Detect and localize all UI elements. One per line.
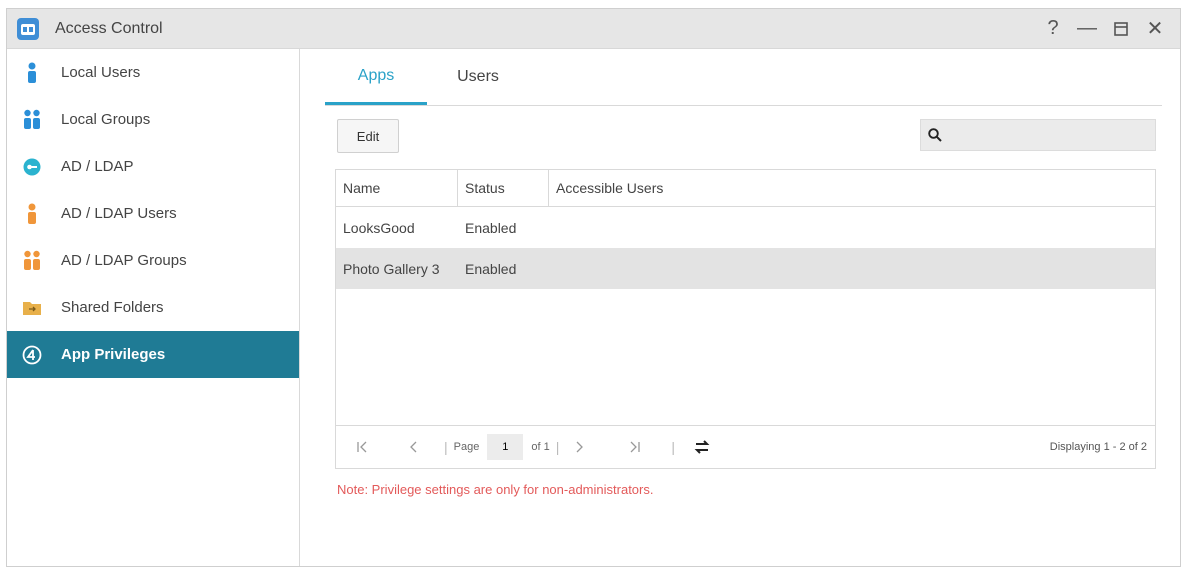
- sidebar-item-ad-ldap[interactable]: AD / LDAP: [7, 143, 299, 190]
- folder-icon: [21, 297, 43, 319]
- column-header-accessible-users[interactable]: Accessible Users: [549, 170, 1155, 206]
- sidebar-item-label: App Privileges: [61, 346, 166, 363]
- sidebar-item-app-privileges[interactable]: App Privileges: [7, 331, 299, 378]
- search-input[interactable]: [949, 119, 1155, 151]
- minimize-button[interactable]: —: [1070, 14, 1104, 44]
- displaying-count: Displaying 1 - 2 of 2: [1049, 441, 1147, 453]
- next-page-icon[interactable]: [575, 440, 585, 454]
- title-bar: Access Control ? — ✕: [7, 9, 1180, 49]
- cell-accessible-users: [549, 207, 1155, 248]
- cell-status: Enabled: [465, 219, 517, 236]
- refresh-icon[interactable]: [693, 439, 711, 455]
- last-page-icon[interactable]: [629, 440, 641, 454]
- sidebar-item-label: AD / LDAP Users: [61, 205, 177, 222]
- cell-status: Enabled: [465, 260, 517, 277]
- page-number-input[interactable]: [487, 434, 524, 460]
- pager-divider: |: [444, 439, 448, 455]
- privilege-note: Note: Privilege settings are only for no…: [337, 482, 654, 497]
- search-icon: [921, 128, 949, 142]
- window-title: Access Control: [55, 19, 163, 37]
- table-row[interactable]: LooksGood Enabled: [336, 207, 1155, 248]
- user-icon: [21, 62, 43, 84]
- maximize-icon: [1114, 21, 1128, 36]
- sidebar-item-local-groups[interactable]: Local Groups: [7, 96, 299, 143]
- pagination-bar: | Page of 1 | | Displaying 1 - 2 of 2: [336, 425, 1155, 468]
- previous-page-icon[interactable]: [408, 440, 418, 454]
- first-page-icon[interactable]: [356, 440, 368, 454]
- table-header: Name Status Accessible Users: [336, 170, 1155, 207]
- ad-user-icon: [21, 203, 43, 225]
- main-panel: Apps Users Edit Name Status Accessible U…: [325, 49, 1162, 566]
- sidebar-item-local-users[interactable]: Local Users: [7, 49, 299, 96]
- tab-bar: Apps Users: [325, 49, 1162, 106]
- pager-divider: |: [671, 439, 675, 455]
- window-controls: ? — ✕: [1036, 14, 1172, 44]
- cell-accessible-users: [549, 248, 1155, 289]
- close-button[interactable]: ✕: [1138, 14, 1172, 44]
- toolbar: Edit: [325, 106, 1162, 162]
- column-header-name[interactable]: Name: [336, 170, 458, 206]
- key-icon: [21, 156, 43, 178]
- sidebar: Local Users Local Groups AD / LDAP AD / …: [7, 49, 300, 566]
- sidebar-item-label: AD / LDAP: [61, 158, 134, 175]
- sidebar-item-label: Local Groups: [61, 111, 151, 128]
- sidebar-item-label: AD / LDAP Groups: [61, 252, 187, 269]
- cell-name: LooksGood: [343, 219, 415, 236]
- column-header-status[interactable]: Status: [458, 170, 549, 206]
- ad-group-icon: [21, 250, 43, 272]
- cell-name: Photo Gallery 3: [343, 260, 440, 277]
- sidebar-item-label: Local Users: [61, 64, 141, 81]
- help-button[interactable]: ?: [1036, 14, 1070, 44]
- group-icon: [21, 109, 43, 131]
- maximize-button[interactable]: [1104, 14, 1138, 44]
- page-label: Page: [453, 441, 480, 453]
- access-control-app-icon: [17, 17, 39, 40]
- sidebar-item-ad-ldap-users[interactable]: AD / LDAP Users: [7, 190, 299, 237]
- sidebar-item-shared-folders[interactable]: Shared Folders: [7, 284, 299, 331]
- sidebar-item-label: Shared Folders: [61, 299, 164, 316]
- search-box: [920, 119, 1156, 151]
- tab-users[interactable]: Users: [427, 49, 529, 105]
- access-control-window: Access Control ? — ✕ Local Users Local G…: [6, 8, 1181, 567]
- table-row[interactable]: Photo Gallery 3 Enabled: [336, 248, 1155, 289]
- page-count-label: of 1: [531, 441, 550, 453]
- tab-apps[interactable]: Apps: [325, 49, 427, 105]
- sidebar-item-ad-ldap-groups[interactable]: AD / LDAP Groups: [7, 237, 299, 284]
- app-privileges-icon: [21, 344, 43, 366]
- edit-button[interactable]: Edit: [337, 119, 399, 153]
- pager-divider: |: [555, 439, 560, 455]
- apps-table: Name Status Accessible Users LooksGood E…: [335, 169, 1156, 469]
